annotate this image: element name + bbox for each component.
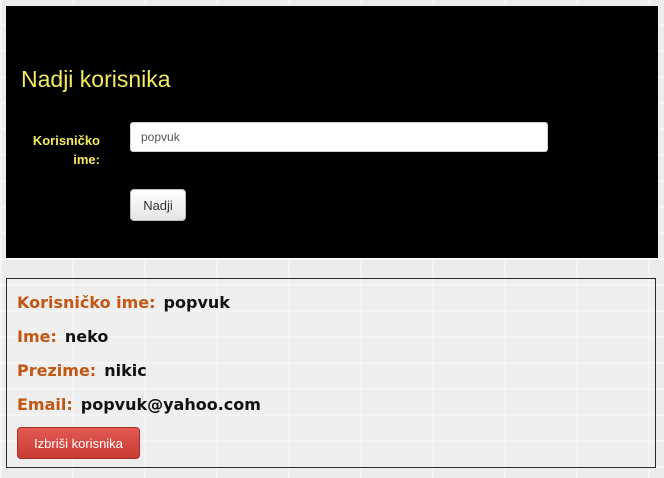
result-surname-value: nikic xyxy=(104,361,147,380)
result-name-value: neko xyxy=(64,327,109,346)
result-surname-row: Prezime: nikic xyxy=(17,361,147,380)
result-username-key: Korisničko ime: xyxy=(17,293,156,312)
username-label-line2: ime: xyxy=(73,152,100,167)
result-username-row: Korisničko ime: popvuk xyxy=(17,293,230,312)
username-label: Korisničko ime: xyxy=(18,131,100,169)
search-title: Nadji korisnika xyxy=(21,66,171,92)
result-username-value: popvuk xyxy=(163,293,230,312)
result-email-key: Email: xyxy=(17,395,73,414)
username-input[interactable] xyxy=(130,122,548,152)
result-email-value: popvuk@yahoo.com xyxy=(80,395,261,414)
result-surname-key: Prezime: xyxy=(17,361,97,380)
find-button[interactable]: Nadji xyxy=(130,189,186,221)
delete-user-button[interactable]: Izbriši korisnika xyxy=(17,427,140,459)
result-name-key: Ime: xyxy=(17,327,57,346)
result-email-row: Email: popvuk@yahoo.com xyxy=(17,395,261,414)
result-name-row: Ime: neko xyxy=(17,327,108,346)
search-panel: Nadji korisnika Korisničko ime: Nadji xyxy=(6,6,658,258)
username-label-line1: Korisničko xyxy=(32,133,100,148)
user-result-panel: Korisničko ime: popvuk Ime: neko Prezime: n… xyxy=(6,278,656,468)
